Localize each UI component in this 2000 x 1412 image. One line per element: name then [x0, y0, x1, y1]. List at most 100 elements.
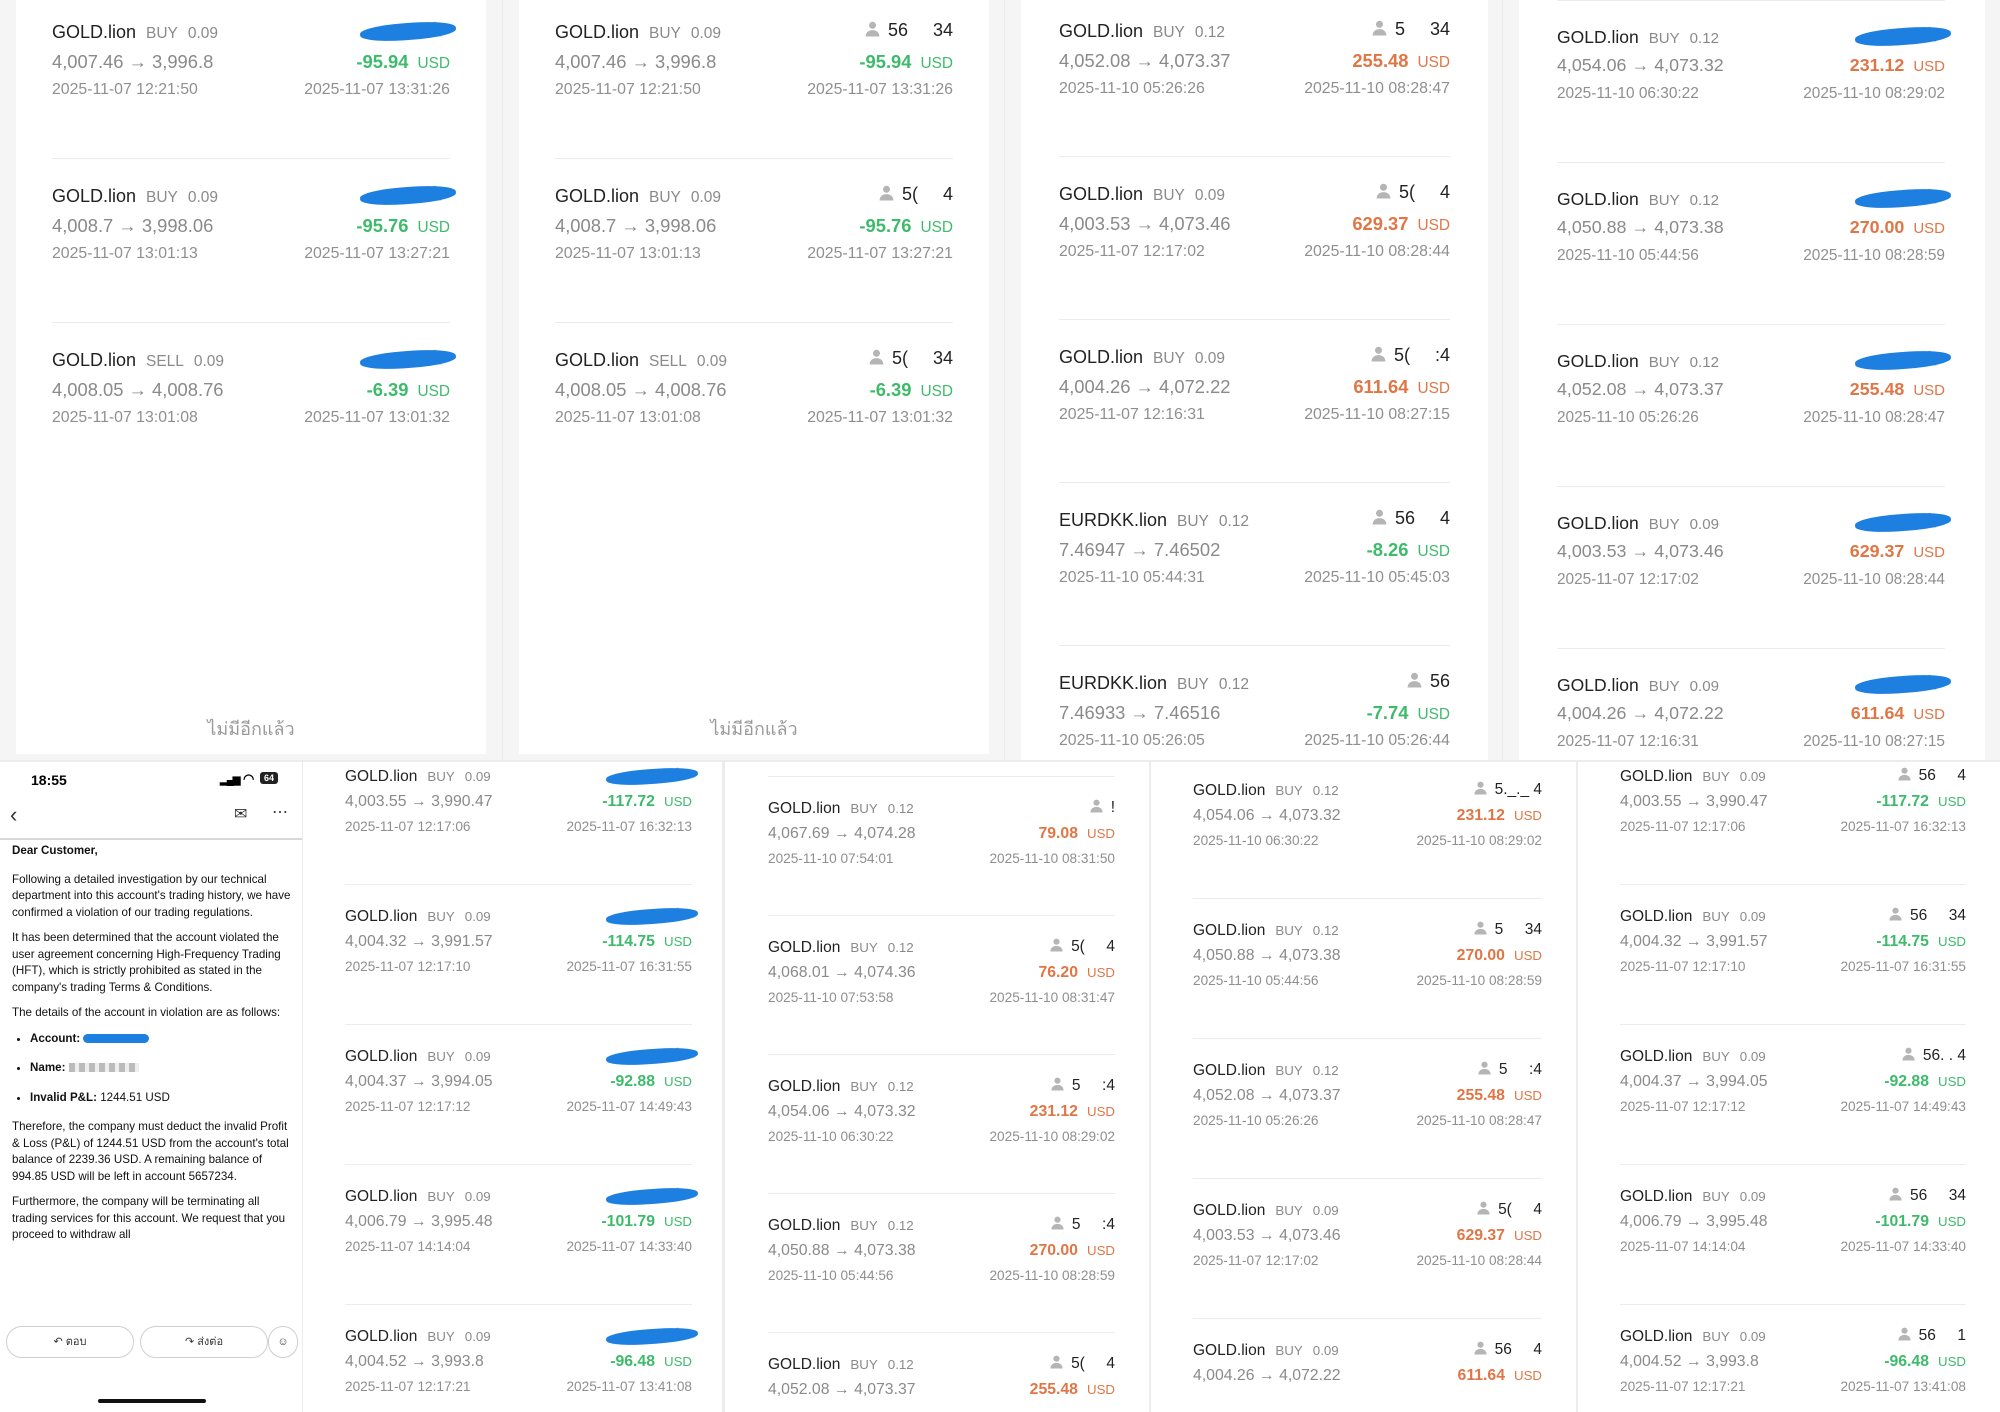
currency: USD: [663, 1214, 692, 1229]
open-time: 2025-11-07 14:14:04: [345, 1239, 471, 1254]
person-icon: [1406, 671, 1423, 693]
trade-side: BUY: [850, 1079, 878, 1094]
price-move: 4,050.88 → 4,073.38: [1193, 947, 1341, 964]
trade-row[interactable]: GOLD.lion BUY 0.09 56 34 4,004.32 → 3,991.…: [1578, 884, 2000, 1024]
profit-loss: -95.76 USD: [859, 215, 953, 237]
symbol-line: GOLD.lion BUY 0.09: [1059, 347, 1225, 368]
price-move: 7.46947 → 7.46502: [1059, 539, 1221, 560]
mail-icon[interactable]: ✉: [234, 804, 247, 824]
trade-side: BUY: [146, 25, 178, 42]
price-move: 4,067.69 → 4,074.28: [768, 825, 916, 842]
row-divider: [768, 1193, 1115, 1194]
symbol-line: GOLD.lion BUY 0.09: [52, 22, 218, 43]
forward-button[interactable]: ↷ ส่งต่อ: [140, 1326, 268, 1358]
close-time: 2025-11-10 08:31:50: [989, 851, 1115, 866]
trade-row[interactable]: GOLD.lion SELL 0.09 4,008.05 → 4,008.76 -6…: [16, 322, 486, 486]
pnl-value: -7.74: [1366, 702, 1409, 723]
currency: USD: [1513, 808, 1542, 823]
profit-loss: -95.76 USD: [356, 215, 450, 237]
trade-row[interactable]: GOLD.lion BUY 0.09 4,004.37 → 3,994.05 -92…: [303, 1024, 722, 1164]
account-id: 56 4: [1371, 508, 1450, 530]
account-id: !: [1089, 798, 1115, 818]
trade-row[interactable]: GOLD.lion SELL 0.09 5( 34 4,008.05 → 4,008…: [519, 322, 989, 486]
pnl-value: 255.48: [1029, 1381, 1078, 1398]
trade-row[interactable]: GOLD.lion BUY 0.09 4,004.52 → 3,993.8 -96.…: [303, 1304, 722, 1412]
close-time: 2025-11-10 08:28:59: [989, 1268, 1115, 1283]
symbol-line: EURDKK.lion BUY 0.12: [1059, 673, 1249, 694]
currency: USD: [1937, 1354, 1966, 1369]
trade-row[interactable]: GOLD.lion BUY 0.12 4,054.06 → 4,073.32 231…: [1519, 0, 1985, 162]
trade-row[interactable]: GOLD.lion BUY 0.09 56. . 4 4,004.37 → 3,99…: [1578, 1024, 2000, 1164]
symbol-line: GOLD.lion BUY 0.12: [1193, 922, 1339, 940]
trade-row[interactable]: GOLD.lion BUY 0.12 4,050.88 → 4,073.38 270…: [1519, 162, 1985, 324]
trade-row[interactable]: GOLD.lion BUY 0.09 56 34 4,006.79 → 3,995.…: [1578, 1164, 2000, 1304]
trade-row[interactable]: GOLD.lion BUY 0.12 4,052.08 → 4,073.37 255…: [1519, 324, 1985, 486]
trade-row[interactable]: GOLD.lion BUY 0.09 5( :4 4,004.26 → 4,072.…: [1021, 319, 1488, 482]
trade-row[interactable]: GOLD.lion BUY 0.12 5 :4 4,052.08 → 4,073.3…: [1151, 1038, 1576, 1178]
profit-loss: -96.48 USD: [610, 1353, 692, 1371]
symbol: GOLD.lion: [1193, 1342, 1266, 1359]
trade-row[interactable]: GOLD.lion BUY 0.12 5 34 4,052.08 → 4,073.3…: [1021, 0, 1488, 156]
trade-row[interactable]: GOLD.lion BUY 0.09 4,003.53 → 4,073.46 629…: [1519, 486, 1985, 648]
history-panel-b3: GOLD.lion BUY 0.12 5._._ 4 4,054.06 → 4,07…: [1151, 762, 1576, 1412]
person-icon: [1888, 906, 1903, 926]
price-move: 4,054.06 → 4,073.32: [1557, 55, 1724, 75]
lot-size: 0.12: [1218, 676, 1249, 693]
history-panel-3: GOLD.lion BUY 0.12 5 34 4,052.08 → 4,073.3…: [1005, 0, 1502, 760]
trade-row[interactable]: GOLD.lion BUY 0.12 5( 4 4,068.01 → 4,074.3…: [725, 915, 1149, 1054]
currency: USD: [1086, 965, 1115, 980]
open-time: 2025-11-07 13:01:13: [555, 245, 701, 262]
symbol-line: GOLD.lion BUY 0.12: [1557, 189, 1719, 210]
person-icon: [1375, 182, 1392, 204]
symbol-line: GOLD.lion BUY 0.12: [1193, 1062, 1339, 1080]
trade-side: BUY: [1702, 1329, 1730, 1344]
trade-row[interactable]: GOLD.lion BUY 0.09 5( 4 4,003.53 → 4,073.4…: [1151, 1178, 1576, 1318]
trade-row[interactable]: GOLD.lion BUY 0.09 4,006.79 → 3,995.48 -10…: [303, 1164, 722, 1304]
trade-row[interactable]: GOLD.lion BUY 0.12 5 :4 4,054.06 → 4,073.3…: [725, 1054, 1149, 1193]
trade-side: BUY: [1648, 516, 1680, 533]
trade-row[interactable]: GOLD.lion BUY 0.09 56 34 4,007.46 → 3,996.…: [519, 0, 989, 158]
open-time: 2025-11-07 12:16:31: [1059, 406, 1205, 423]
status-bar: 18:55 ▂▄▆ ◠ 64: [0, 762, 302, 792]
person-icon: [1371, 19, 1388, 41]
trade-row[interactable]: GOLD.lion BUY 0.12 ! 4,067.69 → 4,074.28 7…: [725, 776, 1149, 915]
trade-row[interactable]: EURDKK.lion BUY 0.12 56 4 7.46947 → 7.4650…: [1021, 482, 1488, 645]
trade-row[interactable]: GOLD.lion BUY 0.09 4,008.7 → 3,998.06 -95.…: [16, 158, 486, 322]
currency: USD: [1937, 934, 1966, 949]
account-number: 5 :4: [1071, 1216, 1115, 1234]
profit-loss: -95.94 USD: [356, 51, 450, 73]
price-move: 4,003.53 → 4,073.46: [1193, 1227, 1341, 1244]
trade-row[interactable]: GOLD.lion BUY 0.12 5 34 4,050.88 → 4,073.3…: [1151, 898, 1576, 1038]
symbol: GOLD.lion: [1193, 1202, 1266, 1219]
more-icon[interactable]: ⋯: [272, 802, 288, 822]
currency: USD: [1513, 1088, 1542, 1103]
trade-row[interactable]: GOLD.lion BUY 0.12 5._._ 4 4,054.06 → 4,07…: [1151, 762, 1576, 898]
trade-row[interactable]: GOLD.lion BUY 0.09 4,007.46 → 3,996.8 -95.…: [16, 0, 486, 158]
price-move: 4,007.46 → 3,996.8: [555, 51, 717, 72]
back-button[interactable]: ‹: [10, 802, 17, 828]
trade-row[interactable]: EURDKK.lion BUY 0.12 56 7.46933 → 7.46516 …: [1021, 645, 1488, 760]
emoji-button[interactable]: ☺: [268, 1326, 298, 1358]
lot-size: 0.12: [887, 1357, 914, 1372]
trade-side: BUY: [1177, 676, 1209, 693]
open-time: 2025-11-07 12:21:50: [555, 81, 701, 98]
trade-side: BUY: [1275, 1063, 1303, 1078]
trade-row[interactable]: GOLD.lion BUY 0.12 5 :4 4,050.88 → 4,073.3…: [725, 1193, 1149, 1332]
symbol: GOLD.lion: [1059, 21, 1144, 41]
trade-row[interactable]: GOLD.lion BUY 0.09 4,003.55 → 3,990.47 -11…: [303, 762, 722, 884]
name-item: Name:: [30, 1060, 292, 1077]
account-id: 5( 4: [878, 184, 953, 206]
row-divider: [555, 322, 953, 323]
trade-row[interactable]: GOLD.lion BUY 0.09 56 4 4,004.26 → 4,072.2…: [1151, 1318, 1576, 1412]
trade-row[interactable]: GOLD.lion BUY 0.09 4,004.26 → 4,072.22 611…: [1519, 648, 1985, 760]
trade-row[interactable]: GOLD.lion BUY 0.09 56 1 4,004.52 → 3,993.8…: [1578, 1304, 2000, 1412]
trade-row[interactable]: GOLD.lion BUY 0.09 56 4 4,003.55 → 3,990.4…: [1578, 762, 2000, 884]
trade-row[interactable]: GOLD.lion BUY 0.09 5( 4 4,008.7 → 3,998.06…: [519, 158, 989, 322]
lot-size: 0.09: [464, 909, 491, 924]
trade-row[interactable]: GOLD.lion BUY 0.09 4,004.32 → 3,991.57 -11…: [303, 884, 722, 1024]
price-move: 4,008.05 → 4,008.76: [555, 379, 727, 400]
trade-row[interactable]: GOLD.lion BUY 0.12 5( 4 4,052.08 → 4,073.3…: [725, 1332, 1149, 1412]
trade-row[interactable]: GOLD.lion BUY 0.09 5( 4 4,003.53 → 4,073.4…: [1021, 156, 1488, 319]
pnl-value: 231.12: [1029, 1103, 1078, 1120]
reply-button[interactable]: ↶ ตอบ: [6, 1326, 134, 1358]
